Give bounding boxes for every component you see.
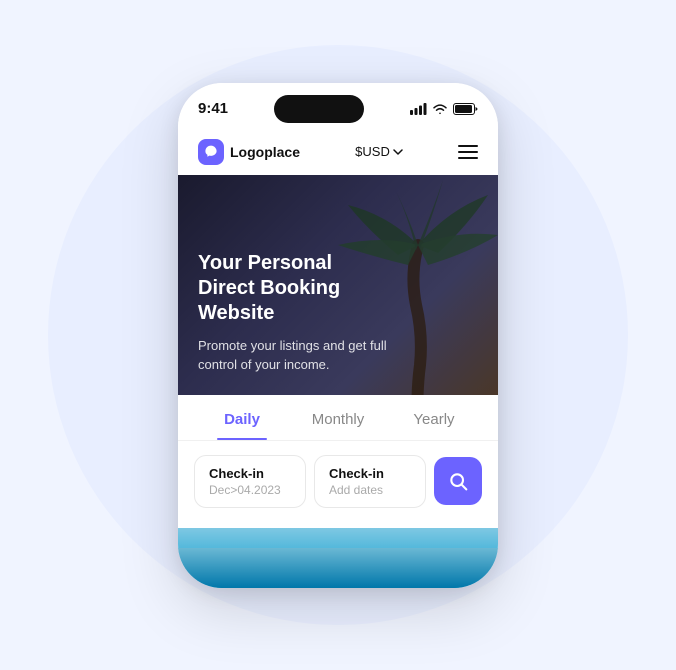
- nav-bar: Logoplace $USD: [178, 131, 498, 175]
- checkin-right-box[interactable]: Check-in Add dates: [314, 455, 426, 508]
- hero-subtitle: Promote your listings and get full contr…: [198, 336, 388, 375]
- status-time: 9:41: [198, 100, 228, 117]
- currency-selector[interactable]: $USD: [355, 144, 403, 159]
- search-button[interactable]: [434, 457, 482, 505]
- checkin-right-value: Add dates: [329, 483, 411, 497]
- checkin-left-box[interactable]: Check-in Dec>04.2023: [194, 455, 306, 508]
- hamburger-menu[interactable]: [458, 145, 478, 159]
- chevron-down-icon: [393, 149, 403, 155]
- brand-name: Logoplace: [230, 144, 300, 160]
- pool-preview: [178, 528, 498, 588]
- battery-icon: [453, 103, 478, 115]
- status-icons: [410, 103, 478, 115]
- search-icon: [448, 471, 468, 491]
- checkin-row: Check-in Dec>04.2023 Check-in Add dates: [178, 441, 498, 508]
- hero-section: Your Personal Direct Booking Website Pro…: [178, 175, 498, 395]
- status-bar: 9:41: [178, 83, 498, 131]
- booking-card: Daily Monthly Yearly Check-in Dec>04.202…: [178, 395, 498, 528]
- dynamic-island: [274, 95, 364, 123]
- checkin-right-label: Check-in: [329, 466, 411, 481]
- logo-icon: [203, 144, 219, 160]
- brand-icon: [198, 139, 224, 165]
- wifi-icon: [432, 103, 448, 115]
- currency-label: $USD: [355, 144, 390, 159]
- hero-title: Your Personal Direct Booking Website: [198, 251, 378, 326]
- menu-line-3: [458, 157, 478, 159]
- menu-line-2: [458, 151, 478, 153]
- tab-monthly[interactable]: Monthly: [290, 411, 386, 440]
- menu-line-1: [458, 145, 478, 147]
- tab-bar: Daily Monthly Yearly: [178, 395, 498, 441]
- tab-yearly[interactable]: Yearly: [386, 411, 482, 440]
- checkin-left-label: Check-in: [209, 466, 291, 481]
- checkin-left-value: Dec>04.2023: [209, 483, 291, 497]
- signal-icon: [410, 103, 427, 115]
- brand: Logoplace: [198, 139, 300, 165]
- tab-daily[interactable]: Daily: [194, 411, 290, 440]
- phone-mockup: 9:41: [178, 83, 498, 588]
